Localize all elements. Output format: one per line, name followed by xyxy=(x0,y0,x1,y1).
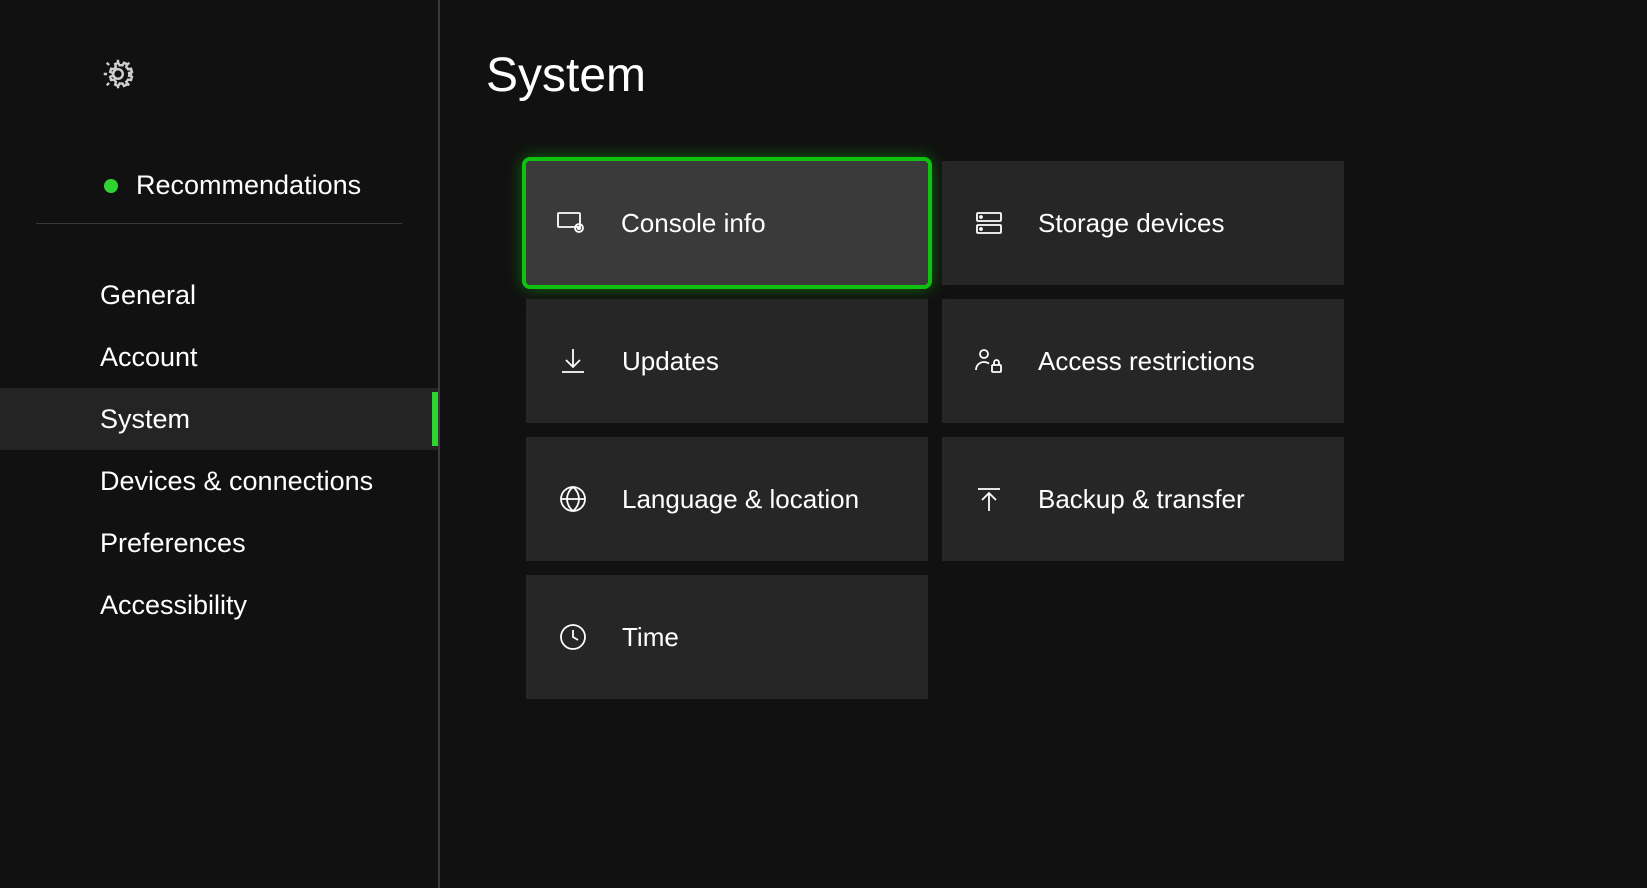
sidebar: Recommendations General Account System D… xyxy=(0,0,440,888)
sidebar-item-account[interactable]: Account xyxy=(0,326,438,388)
status-dot-icon xyxy=(104,179,118,193)
tile-label: Access restrictions xyxy=(1038,346,1255,377)
tile-access-restrictions[interactable]: Access restrictions xyxy=(942,299,1344,423)
tile-console-info[interactable]: Console info xyxy=(526,161,928,285)
sidebar-item-preferences[interactable]: Preferences xyxy=(0,512,438,574)
tile-label: Language & location xyxy=(622,484,859,515)
tile-updates[interactable]: Updates xyxy=(526,299,928,423)
sidebar-header xyxy=(0,0,438,138)
sidebar-item-devices-connections[interactable]: Devices & connections xyxy=(0,450,438,512)
tile-label: Backup & transfer xyxy=(1038,484,1245,515)
tile-language-location[interactable]: Language & location xyxy=(526,437,928,561)
sidebar-item-label: General xyxy=(100,280,196,311)
sidebar-item-recommendations[interactable]: Recommendations xyxy=(36,170,402,224)
clock-icon xyxy=(556,620,590,654)
tile-label: Time xyxy=(622,622,679,653)
sidebar-item-label: Account xyxy=(100,342,198,373)
people-lock-icon xyxy=(972,344,1006,378)
upload-icon xyxy=(972,482,1006,516)
sidebar-item-system[interactable]: System xyxy=(0,388,438,450)
sidebar-item-label: Preferences xyxy=(100,528,246,559)
tile-storage-devices[interactable]: Storage devices xyxy=(942,161,1344,285)
tile-label: Storage devices xyxy=(1038,208,1224,239)
sidebar-item-label: Devices & connections xyxy=(100,466,373,497)
storage-icon xyxy=(972,206,1006,240)
sidebar-item-label: Accessibility xyxy=(100,590,247,621)
sidebar-item-accessibility[interactable]: Accessibility xyxy=(0,574,438,636)
monitor-gear-icon xyxy=(555,206,589,240)
tile-grid: Console info Storage devices xyxy=(486,161,1647,699)
tile-label: Updates xyxy=(622,346,719,377)
sidebar-item-general[interactable]: General xyxy=(0,264,438,326)
sidebar-item-label: System xyxy=(100,404,190,435)
recommendations-label: Recommendations xyxy=(136,170,361,201)
sidebar-nav: General Account System Devices & connect… xyxy=(0,264,438,636)
gear-icon xyxy=(100,79,136,96)
tile-backup-transfer[interactable]: Backup & transfer xyxy=(942,437,1344,561)
tile-time[interactable]: Time xyxy=(526,575,928,699)
page-title: System xyxy=(486,48,1647,103)
settings-app: Recommendations General Account System D… xyxy=(0,0,1647,888)
tile-label: Console info xyxy=(621,208,766,239)
globe-icon xyxy=(556,482,590,516)
download-icon xyxy=(556,344,590,378)
main-content: System Console info xyxy=(440,0,1647,888)
